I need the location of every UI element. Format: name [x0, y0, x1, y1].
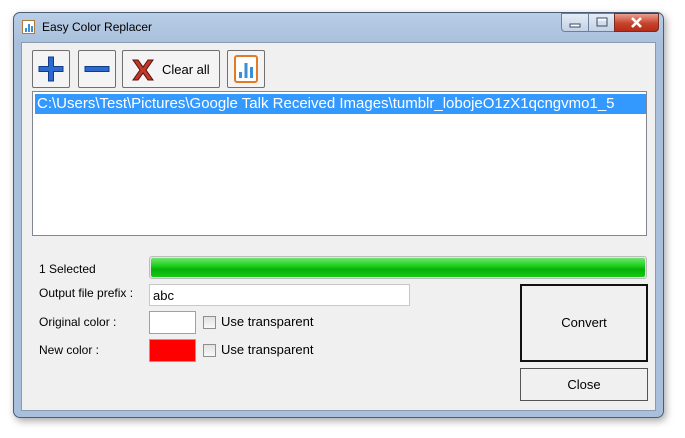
client-area: Clear all C:\Users\Test\Pictures\Google … [21, 42, 656, 411]
app-icon [22, 20, 35, 34]
title-bar[interactable]: Easy Color Replacer [14, 13, 663, 43]
original-color-swatch[interactable] [149, 311, 196, 334]
add-file-button[interactable] [32, 50, 70, 88]
minimize-icon [569, 23, 581, 28]
convert-button[interactable]: Convert [520, 284, 648, 362]
maximize-button[interactable] [588, 13, 615, 32]
output-prefix-label: Output file prefix : [39, 286, 134, 300]
minimize-button[interactable] [561, 13, 589, 32]
close-window-button[interactable] [614, 13, 659, 32]
output-prefix-input[interactable] [149, 284, 410, 306]
close-button[interactable]: Close [520, 368, 648, 401]
remove-file-button[interactable] [78, 50, 116, 88]
file-list-item[interactable]: C:\Users\Test\Pictures\Google Talk Recei… [35, 94, 646, 114]
new-color-swatch[interactable] [149, 339, 196, 362]
selected-count-label: 1 Selected [39, 262, 96, 276]
new-use-transparent-checkbox[interactable] [203, 344, 216, 357]
window-title: Easy Color Replacer [42, 20, 153, 34]
progress-bar [149, 256, 647, 279]
close-icon [631, 17, 642, 28]
file-list[interactable]: C:\Users\Test\Pictures\Google Talk Recei… [32, 91, 647, 236]
original-use-transparent-label[interactable]: Use transparent [221, 314, 314, 329]
minus-icon [84, 66, 110, 72]
progress-bar-fill [151, 258, 645, 277]
original-color-label: Original color : [39, 315, 117, 329]
new-use-transparent-label[interactable]: Use transparent [221, 342, 314, 357]
app-window: Easy Color Replacer Clear all C:\Users\T… [13, 12, 664, 418]
new-color-label: New color : [39, 343, 100, 357]
clear-all-label: Clear all [162, 62, 210, 77]
about-button[interactable] [227, 50, 265, 88]
chart-icon [234, 55, 258, 83]
original-use-transparent-checkbox[interactable] [203, 316, 216, 329]
clear-all-button[interactable]: Clear all [122, 50, 220, 88]
x-icon [132, 59, 154, 81]
maximize-icon [596, 17, 608, 27]
plus-icon [38, 56, 64, 82]
